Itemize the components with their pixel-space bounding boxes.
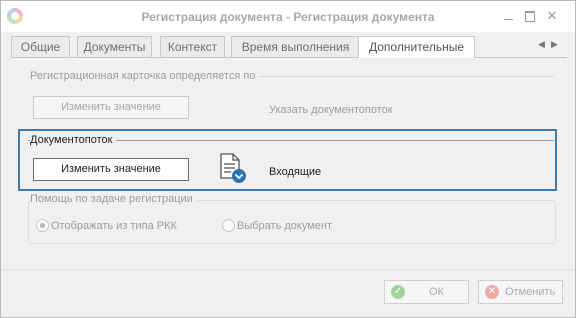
registration-card-value: Указать документопоток xyxy=(269,104,393,116)
dialog-window: Регистрация документа - Регистрация доку… xyxy=(0,0,576,318)
window-title: Регистрация документа - Регистрация доку… xyxy=(141,10,435,24)
tab-additional[interactable]: Дополнительные xyxy=(358,36,475,58)
cancel-button-label: Отменить xyxy=(505,286,556,298)
tab-general[interactable]: Общие xyxy=(11,36,70,57)
title-bar[interactable]: Регистрация документа - Регистрация доку… xyxy=(1,1,575,32)
tab-documents[interactable]: Документы xyxy=(77,36,152,57)
radio-from-rkk-type[interactable] xyxy=(36,219,49,232)
footer-divider xyxy=(1,269,575,270)
radio-from-rkk-type-label: Отображать из типа РКК xyxy=(51,220,177,232)
document-flow-icon xyxy=(219,152,247,184)
ok-button-label: ОК xyxy=(429,286,444,298)
maximize-button[interactable] xyxy=(523,9,537,23)
tab-scroll-left-icon[interactable]: ◀ xyxy=(538,39,545,50)
close-button[interactable]: ✕ xyxy=(545,9,559,23)
tab-context[interactable]: Контекст xyxy=(160,36,225,57)
tab-scroll-right-icon[interactable]: ▶ xyxy=(551,39,558,50)
radio-choose-document-label: Выбрать документ xyxy=(237,220,333,232)
cancel-icon: ✕ xyxy=(485,285,499,299)
registration-help-legend: Помощь по задаче регистрации xyxy=(30,193,197,205)
document-flow-change-button[interactable]: Изменить значение xyxy=(33,158,189,181)
ok-button[interactable]: ✓ ОК xyxy=(384,280,469,304)
radio-choose-document[interactable] xyxy=(222,219,235,232)
tab-strip: Общие Документы Контекст Время выполнени… xyxy=(11,36,567,58)
minimize-button[interactable] xyxy=(501,9,515,23)
cancel-button[interactable]: ✕ Отменить xyxy=(478,280,563,304)
registration-card-legend: Регистрационная карточка определяется по xyxy=(30,70,260,82)
document-flow-legend: Документопоток xyxy=(30,134,117,146)
check-icon: ✓ xyxy=(391,285,405,299)
document-flow-value: Входящие xyxy=(269,166,322,178)
registration-card-change-button[interactable]: Изменить значение xyxy=(33,96,189,119)
tab-execution-time[interactable]: Время выполнения xyxy=(231,36,360,57)
